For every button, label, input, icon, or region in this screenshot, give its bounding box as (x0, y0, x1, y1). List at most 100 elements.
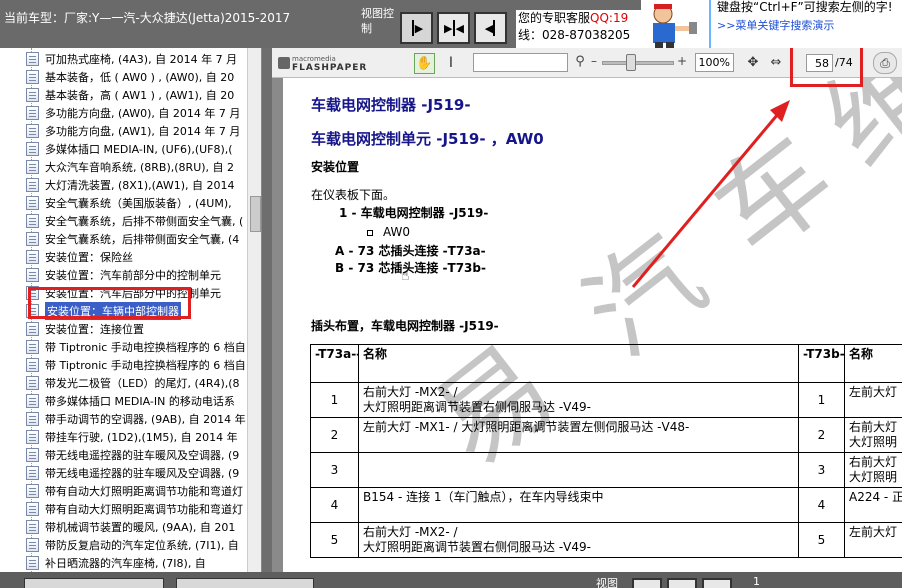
zoom-slider-track[interactable] (602, 61, 674, 65)
table-cell: 左前大灯 -MX1- / 大灯照明距离调节装置左侧伺服马达 -V48- (358, 417, 799, 453)
tree-item[interactable]: 带有自动大灯照明距离调节功能和弯道灯 (26, 500, 243, 518)
tree-item[interactable]: 安全气囊系统，后排带侧面安全气囊, (4 (26, 230, 239, 248)
document-icon (26, 124, 39, 138)
hand-tool-icon[interactable]: ✋ (414, 53, 435, 74)
tree-item-label: 安装位置：连接位置 (45, 323, 144, 336)
table-cell: 5 (310, 522, 359, 558)
tree-item[interactable]: 带多媒体插口 MEDIA-IN 的移动电话系 (26, 392, 235, 410)
zoom-out-icon[interactable]: – (591, 54, 597, 68)
service-phone: 线：028-87038205 (518, 28, 631, 42)
tree-item[interactable]: 安装位置：保险丝 (26, 248, 133, 266)
tree-item[interactable]: 大灯清洗装置, (8X1),(AW1), 自 2014 (26, 176, 234, 194)
macromedia-logo-icon (278, 57, 290, 69)
document-page: 易 汽 车 维 车载电网控制器 -J519- 车载电网控制单元 -J519- ，… (283, 78, 902, 572)
table-cell: 2 (310, 417, 359, 453)
print-icon[interactable]: ⎙ (873, 52, 897, 74)
keyword-search-demo-link[interactable]: >>菜单关键字搜索演示 (717, 19, 902, 33)
tree-item[interactable]: 补日晒流器的汽车座椅, (7I8), 自 (26, 554, 206, 572)
fit-width-icon[interactable]: ⇔ (767, 54, 785, 72)
legend-item-b: B - 73 芯插头连接 -T73b- (335, 261, 486, 275)
tree-item[interactable]: 多功能方向盘, (AW1), 自 2014 年 7 月 (26, 122, 240, 140)
tree-item[interactable]: 多媒体插口 MEDIA-IN, (UF6),(UF8),( (26, 140, 233, 158)
document-viewer: macromedia FLASHPAPER ✋ I ⚲ – + 100% ✥ ⇔… (272, 48, 902, 572)
tree-item[interactable]: 带 Tiptronic 手动电控换档程序的 6 档自 (26, 356, 246, 374)
document-icon (26, 250, 39, 264)
tree-item[interactable]: 安装位置：汽车前部分中的控制单元 (26, 266, 221, 284)
service-qq[interactable]: QQ:19 (590, 11, 628, 25)
logo-bottom-text: FLASHPAPER (292, 63, 368, 73)
zoom-level-field[interactable]: 100% (695, 53, 734, 72)
tree-item[interactable]: 可加热式座椅, (4A3), 自 2014 年 7 月 (26, 50, 237, 68)
tree-scrollbar[interactable] (247, 48, 261, 572)
tree-item-label: 带无线电遥控器的驻车暖风及空调器, (9 (45, 467, 240, 480)
bottom-tab-1[interactable] (24, 578, 164, 588)
table-cell: 左前大灯 (844, 522, 902, 558)
tree-item[interactable]: 带 Tiptronic 手动电控换档程序的 6 档自 (26, 338, 246, 356)
search-icon[interactable]: ⚲ (571, 53, 589, 71)
tree-item[interactable]: 带机械调节装置的暖风, (9AA), 自 201 (26, 518, 235, 536)
view-single-button[interactable]: ▶ (400, 12, 433, 44)
text-select-icon[interactable]: I (444, 53, 458, 74)
tree-scroll-thumb[interactable] (250, 196, 261, 232)
document-icon (26, 160, 39, 174)
bottom-view-label: 视图 (596, 577, 618, 588)
flashpaper-logo: macromedia FLASHPAPER (278, 55, 368, 73)
tree-item[interactable]: 基本装备，高 ( AW1 ) , (AW1), 自 20 (26, 86, 234, 104)
tree-item-label: 安装位置：汽车前部分中的控制单元 (45, 269, 221, 282)
tree-item[interactable]: 安全气囊系统（美国版装备）, (4UM), (26, 194, 232, 212)
tree-item[interactable]: 基本装备，低 ( AW0 ) , (AW0), 自 20 (26, 68, 234, 86)
search-input[interactable] (473, 53, 568, 72)
table-cell: 3 (798, 452, 845, 488)
table-cell: B154 - 连接 1（车门触点），在车内导线束中 (358, 487, 799, 523)
bottom-view-button-2[interactable] (667, 578, 697, 588)
document-icon (26, 268, 39, 282)
document-icon (26, 538, 39, 552)
search-tip-box: 键盘按“Ctrl+F”可搜索左侧的字! >>菜单关键字搜索演示 (709, 0, 902, 48)
bullet-square-icon (367, 229, 373, 236)
table-row: 4 B154 - 连接 1（车门触点），在车内导线束中 4 A224 - 正 (310, 487, 902, 523)
table-cell: 2 (798, 417, 845, 453)
zoom-slider-thumb[interactable] (626, 54, 636, 71)
table-row: 1 右前大灯 -MX2- / 大灯照明距离调节装置右侧伺服马达 -V49- 1 左前大… (310, 382, 902, 418)
tree-item[interactable]: 带发光二极管（LED）的尾灯, (4R4),(8 (26, 374, 240, 392)
tree-item[interactable]: 安全气囊系统，后排不带侧面安全气囊, ( (26, 212, 243, 230)
page-number-highlight-box (790, 48, 863, 87)
fit-page-icon[interactable]: ✥ (744, 54, 762, 72)
table-row: 5 右前大灯 -MX2- / 大灯照明距离调节装置右侧伺服马达 -V49- 5 左前大… (310, 522, 902, 558)
tree-item[interactable]: 带有自动大灯照明距离调节功能和弯道灯 (26, 482, 243, 500)
table-cell: 4 (798, 487, 845, 523)
tree-item[interactable]: 大众汽车音响系统, (8RB),(8RU), 自 2 (26, 158, 234, 176)
document-icon (26, 106, 39, 120)
tree-item-label: 带多媒体插口 MEDIA-IN 的移动电话系 (45, 395, 235, 408)
view-button-group: ▶ ▶ ◀ ◀ (400, 12, 507, 44)
car-model-title: 当前车型：厂家:Y—一汽-大众捷达(Jetta)2015-2017 (4, 11, 291, 25)
document-icon (26, 142, 39, 156)
document-icon (26, 214, 39, 228)
bottom-view-button-3[interactable] (702, 578, 732, 588)
tree-item-label: 带手动调节的空调器, (9AB), 自 2014 年 (45, 413, 246, 426)
tree-item[interactable]: 带手动调节的空调器, (9AB), 自 2014 年 (26, 410, 246, 428)
legend-item-1-sub: AW0 (367, 225, 410, 239)
pin-assignment-table: -T73a--A- 名称 -T73b--B- 名称 1右前大灯 -MX2- / … (310, 344, 902, 558)
document-icon (26, 394, 39, 408)
tree-item[interactable]: 带无线电遥控器的驻车暖风及空调器, (9 (26, 446, 239, 464)
tree-item[interactable]: 带防反复启动的汽车定位系统, (7I1), 自 (26, 536, 239, 554)
table-row: 2 左前大灯 -MX1- / 大灯照明距离调节装置左侧伺服马达 -V48- 2 右前大… (310, 417, 902, 453)
tree-item-label: 大众汽车音响系统, (8RB),(8RU), 自 2 (45, 161, 235, 174)
tree-item-label: 基本装备，低 ( AW0 ) , (AW0), 自 20 (45, 71, 235, 84)
tree-item-label: 安全气囊系统，后排不带侧面安全气囊, ( (45, 215, 244, 228)
zoom-in-icon[interactable]: + (677, 54, 687, 68)
tree-item-label: 带防反复启动的汽车定位系统, (7I1), 自 (45, 539, 239, 552)
table-cell: 1 (798, 382, 845, 418)
tree-item-label: 大灯清洗装置, (8X1),(AW1), 自 2014 (45, 179, 235, 192)
two-page-icon: ▶ ◀ (444, 20, 464, 36)
bottom-view-button-1[interactable] (632, 578, 662, 588)
bottom-tab-2[interactable] (176, 578, 314, 588)
tree-item[interactable]: 多功能方向盘, (AW0), 自 2014 年 7 月 (26, 104, 240, 122)
tree-item[interactable]: 安装位置：连接位置 (26, 320, 144, 338)
view-double-button[interactable]: ▶ ◀ (437, 12, 470, 44)
tree-item[interactable]: 带挂车行驶, (1D2),(1M5), 自 2014 年 (26, 428, 238, 446)
document-icon (26, 448, 39, 462)
tree-item[interactable]: 带无线电遥控器的驻车暖风及空调器, (9 (26, 464, 239, 482)
view-back-button[interactable]: ◀ (474, 12, 507, 44)
